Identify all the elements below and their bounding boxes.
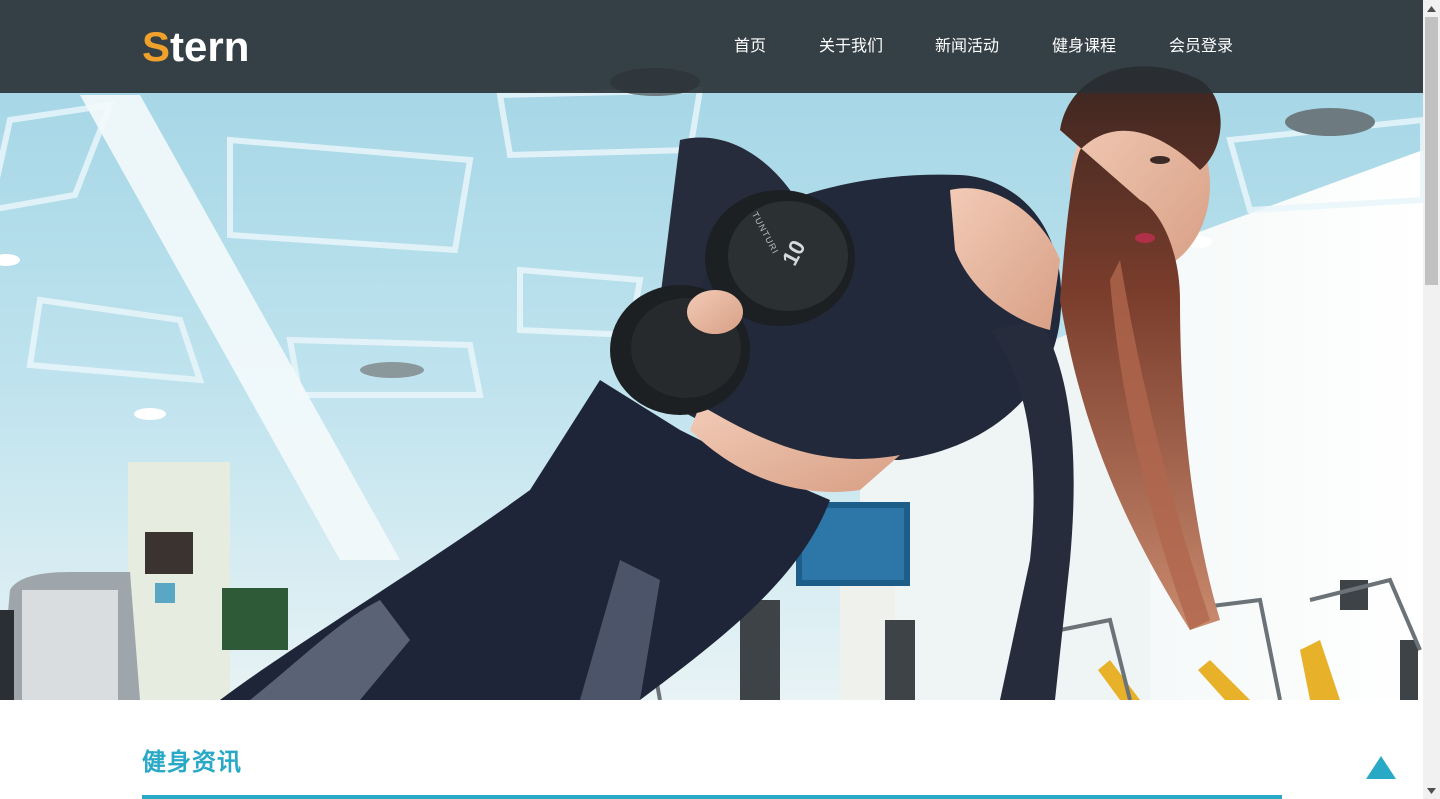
- hero-banner: 10 TUNTURI: [0, 0, 1423, 700]
- nav-item-about[interactable]: 关于我们: [819, 35, 883, 57]
- nav-item-news[interactable]: 新闻活动: [935, 35, 999, 57]
- vertical-scrollbar[interactable]: [1423, 0, 1440, 799]
- scroll-down-arrow-icon[interactable]: [1423, 782, 1440, 799]
- back-to-top-button[interactable]: [1365, 755, 1397, 781]
- top-navbar: Stern 首页 关于我们 新闻活动 健身课程 会员登录: [0, 0, 1423, 93]
- hero-image: [0, 0, 1423, 700]
- section-divider: [142, 795, 1282, 799]
- triangle-up-icon: [1366, 756, 1396, 779]
- page: 10 TUNTURI Stern 首页 关于我们 新闻活动 健身课程 会员登录 …: [0, 0, 1423, 799]
- nav-item-courses[interactable]: 健身课程: [1052, 35, 1116, 57]
- scrollbar-thumb[interactable]: [1425, 17, 1438, 285]
- scroll-up-arrow-icon[interactable]: [1423, 0, 1440, 17]
- main-nav: 首页 关于我们 新闻活动 健身课程 会员登录: [0, 35, 1423, 59]
- section-title-fitness-news: 健身资讯: [142, 748, 242, 776]
- nav-item-member-login[interactable]: 会员登录: [1169, 35, 1233, 57]
- nav-item-home[interactable]: 首页: [734, 35, 766, 57]
